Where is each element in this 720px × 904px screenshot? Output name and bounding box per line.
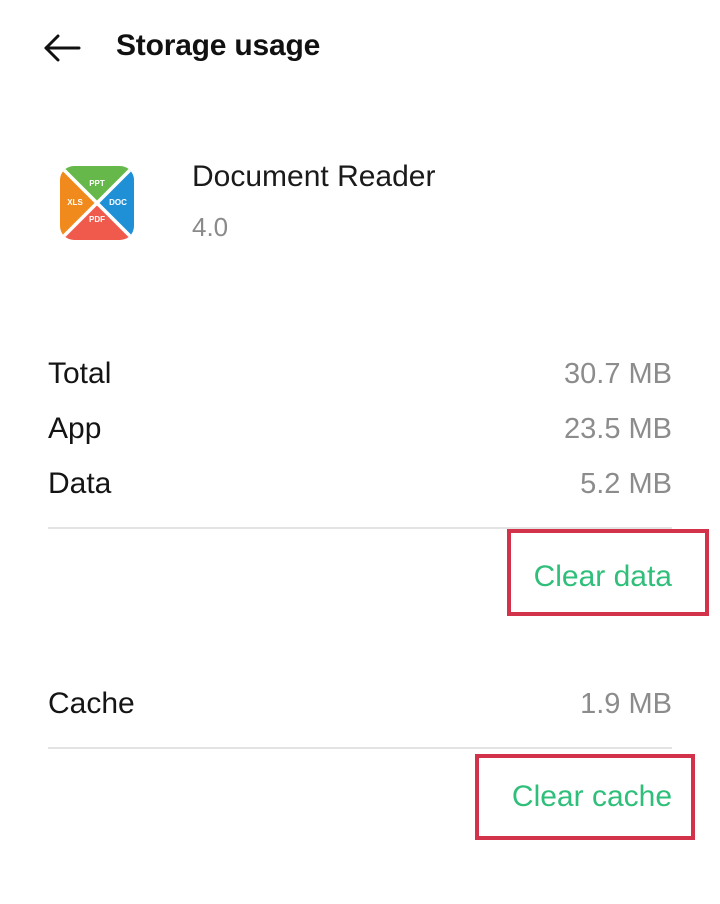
storage-row-label: Data bbox=[48, 467, 112, 500]
page-title: Storage usage bbox=[116, 29, 321, 62]
icon-label-ppt: PPT bbox=[89, 179, 105, 188]
clear-cache-button[interactable]: Clear cache bbox=[512, 777, 672, 817]
document-reader-app-icon: PPT XLS DOC PDF bbox=[58, 164, 136, 242]
storage-row-label: Cache bbox=[48, 687, 135, 720]
clear-data-button[interactable]: Clear data bbox=[534, 557, 672, 597]
icon-label-xls: XLS bbox=[67, 198, 83, 207]
arrow-left-icon bbox=[44, 34, 81, 62]
icon-label-doc: DOC bbox=[109, 198, 127, 207]
storage-row-data: Data 5.2 MB bbox=[48, 462, 672, 506]
app-version: 4.0 bbox=[192, 212, 229, 242]
storage-row-app: App 23.5 MB bbox=[48, 407, 672, 451]
divider bbox=[48, 747, 672, 749]
storage-row-total: Total 30.7 MB bbox=[48, 352, 672, 396]
storage-row-cache: Cache 1.9 MB bbox=[48, 682, 672, 726]
storage-row-value: 1.9 MB bbox=[580, 687, 672, 720]
header-bar: Storage usage bbox=[0, 0, 720, 94]
back-button[interactable] bbox=[36, 22, 88, 74]
storage-row-value: 23.5 MB bbox=[564, 412, 672, 445]
icon-label-pdf: PDF bbox=[89, 215, 105, 224]
storage-row-label: App bbox=[48, 412, 102, 445]
app-name: Document Reader bbox=[192, 160, 436, 193]
storage-usage-screen: Storage usage PPT XLS DOC PDF Document R… bbox=[0, 0, 720, 904]
storage-row-value: 30.7 MB bbox=[564, 357, 672, 390]
storage-row-value: 5.2 MB bbox=[580, 467, 672, 500]
storage-row-label: Total bbox=[48, 357, 112, 390]
